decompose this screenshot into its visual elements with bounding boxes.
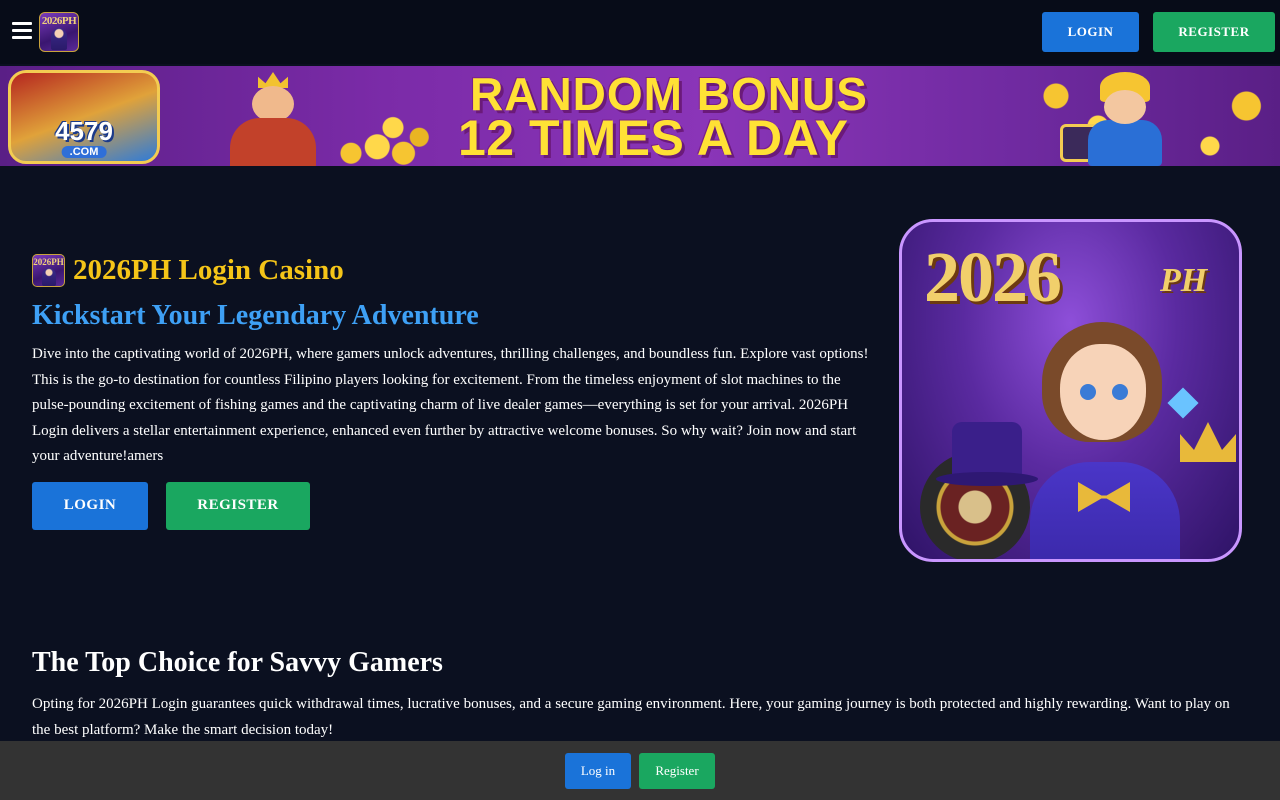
top-choice-section: The Top Choice for Savvy Gamers Opting f…	[32, 644, 1248, 743]
hero-login-button[interactable]: LOGIN	[32, 481, 148, 530]
logo-figure	[51, 28, 67, 50]
site-logo[interactable]: 2026PH	[39, 12, 79, 52]
banner-brand-text: 4579	[55, 116, 113, 146]
character-face	[1060, 344, 1146, 440]
king-head	[252, 86, 294, 122]
page-subtitle: Kickstart Your Legendary Adventure	[32, 300, 479, 331]
bottom-login-button[interactable]: Log in	[565, 752, 631, 789]
brand-icon-figure	[41, 267, 56, 286]
hero-mascot-image	[1060, 72, 1190, 166]
section-paragraph: Opting for 2026PH Login guarantees quick…	[32, 696, 1230, 738]
sticky-bottom-bar: Log in Register	[0, 741, 1280, 800]
header-login-button[interactable]: LOGIN	[1042, 12, 1139, 52]
banner-brand-logo: 4579 .COM	[8, 70, 160, 164]
hamburger-icon[interactable]	[12, 22, 32, 40]
site-logo-text: 2026PH	[41, 15, 77, 27]
character-eye	[1112, 384, 1128, 400]
mascot-body	[1088, 120, 1162, 166]
bottom-register-button[interactable]: Register	[639, 752, 715, 789]
banner-line-2: 12 TIMES A DAY	[458, 110, 849, 166]
coins-image	[330, 102, 435, 166]
king-mascot-image	[212, 72, 332, 166]
hero-image-sub: PH	[1160, 262, 1208, 299]
top-hat-icon	[936, 422, 1038, 486]
banner-headline: RANDOM BONUS 12 TIMES A DAY	[458, 71, 938, 166]
brand-hero-image: 2026 PH	[899, 219, 1242, 562]
hero-register-button[interactable]: REGISTER	[166, 481, 310, 530]
cta-row: LOGIN REGISTER	[32, 481, 872, 530]
hero-image-title: 2026	[924, 237, 1062, 317]
character-eye	[1080, 384, 1096, 400]
hamburger-line	[12, 36, 32, 39]
brand-icon: 2026PH	[32, 253, 65, 287]
banner-brand-sub: .COM	[61, 146, 107, 158]
promo-banner[interactable]: 4579 .COM RANDOM BONUS 12 TIMES A DAY	[0, 66, 1280, 166]
character-dress	[1030, 462, 1180, 559]
page-title: 2026PH Login Casino	[73, 253, 344, 286]
hamburger-line	[12, 22, 32, 25]
crown-icon	[1180, 422, 1236, 462]
brand-icon-text: 2026PH	[33, 256, 64, 267]
intro-paragraph: Dive into the captivating world of 2026P…	[32, 346, 869, 465]
header-register-button[interactable]: REGISTER	[1153, 12, 1275, 52]
hero-section: 2026PH 2026PH Login Casino Kickstart You…	[32, 252, 872, 530]
section-heading: The Top Choice for Savvy Gamers	[32, 647, 443, 678]
mascot-face	[1104, 90, 1146, 124]
top-header: 2026PH LOGIN REGISTER	[0, 0, 1280, 64]
king-body	[230, 118, 316, 166]
diamond-icon	[1167, 387, 1199, 419]
title-row: 2026PH 2026PH Login Casino	[32, 252, 872, 288]
hamburger-line	[12, 29, 32, 32]
